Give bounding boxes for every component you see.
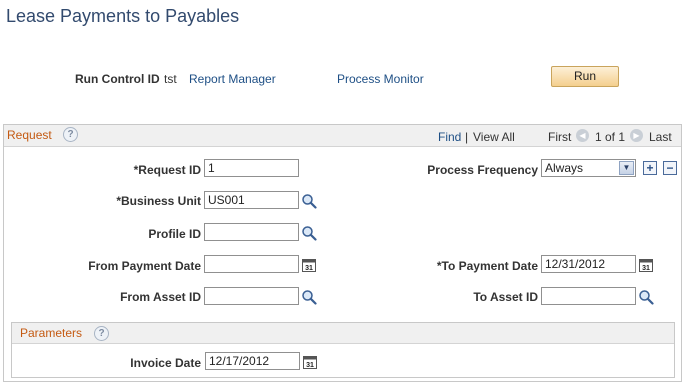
from-payment-date-calendar-icon[interactable]: 31 [302, 258, 316, 272]
to-payment-date-label: *To Payment Date [436, 259, 538, 273]
parameters-help-icon[interactable]: ? [94, 326, 109, 341]
process-frequency-label: Process Frequency [427, 163, 538, 177]
from-asset-id-lookup-icon[interactable] [301, 289, 317, 305]
to-payment-date-calendar-icon[interactable]: 31 [639, 258, 653, 272]
process-frequency-select[interactable]: Always ▼ [541, 159, 636, 177]
run-button[interactable]: Run [551, 66, 619, 87]
chevron-down-icon[interactable]: ▼ [619, 161, 634, 175]
request-id-input[interactable] [204, 159, 299, 177]
find-link[interactable]: Find [438, 130, 461, 144]
request-help-icon[interactable]: ? [63, 127, 78, 142]
parameters-group-header [12, 323, 674, 344]
to-asset-id-label: To Asset ID [473, 290, 538, 304]
to-payment-date-input[interactable] [541, 255, 636, 273]
business-unit-label: *Business Unit [116, 194, 201, 208]
page-title: Lease Payments to Payables [6, 6, 240, 26]
request-group-title: Request [7, 128, 52, 142]
parameters-group-title: Parameters [20, 326, 83, 340]
from-payment-date-input[interactable] [204, 255, 299, 273]
process-frequency-value: Always [545, 161, 584, 175]
row-count: 1 of 1 [595, 130, 626, 144]
business-unit-lookup-icon[interactable] [301, 193, 317, 209]
from-asset-id-input[interactable] [204, 287, 299, 305]
report-manager-link[interactable]: Report Manager [189, 72, 276, 86]
profile-id-input[interactable] [204, 223, 299, 241]
profile-id-lookup-icon[interactable] [301, 225, 317, 241]
delete-row-button[interactable]: − [663, 161, 677, 175]
business-unit-input[interactable] [204, 191, 299, 209]
profile-id-label: Profile ID [148, 227, 201, 241]
run-control-id-value: tst [164, 72, 177, 86]
run-control-id-label: Run Control ID [75, 72, 160, 86]
invoice-date-calendar-icon[interactable]: 31 [303, 355, 317, 369]
calendar-glyph: 31 [642, 265, 650, 272]
from-asset-id-label: From Asset ID [120, 290, 201, 304]
calendar-glyph: 31 [305, 265, 313, 272]
invoice-date-label: Invoice Date [130, 356, 201, 370]
nav-separator: | [465, 130, 469, 144]
invoice-date-input[interactable] [205, 352, 300, 370]
previous-arrow-icon[interactable]: ◀ [576, 129, 589, 142]
to-asset-id-lookup-icon[interactable] [638, 289, 654, 305]
process-monitor-link[interactable]: Process Monitor [337, 72, 424, 86]
to-asset-id-input[interactable] [541, 287, 636, 305]
from-payment-date-label: From Payment Date [88, 259, 201, 273]
add-row-button[interactable]: + [643, 161, 657, 175]
next-arrow-icon[interactable]: ▶ [630, 129, 643, 142]
view-all-link[interactable]: View All [473, 130, 515, 144]
first-link[interactable]: First [548, 130, 571, 144]
calendar-glyph: 31 [306, 362, 314, 369]
request-id-label: *Request ID [133, 163, 201, 177]
last-link[interactable]: Last [649, 130, 672, 144]
